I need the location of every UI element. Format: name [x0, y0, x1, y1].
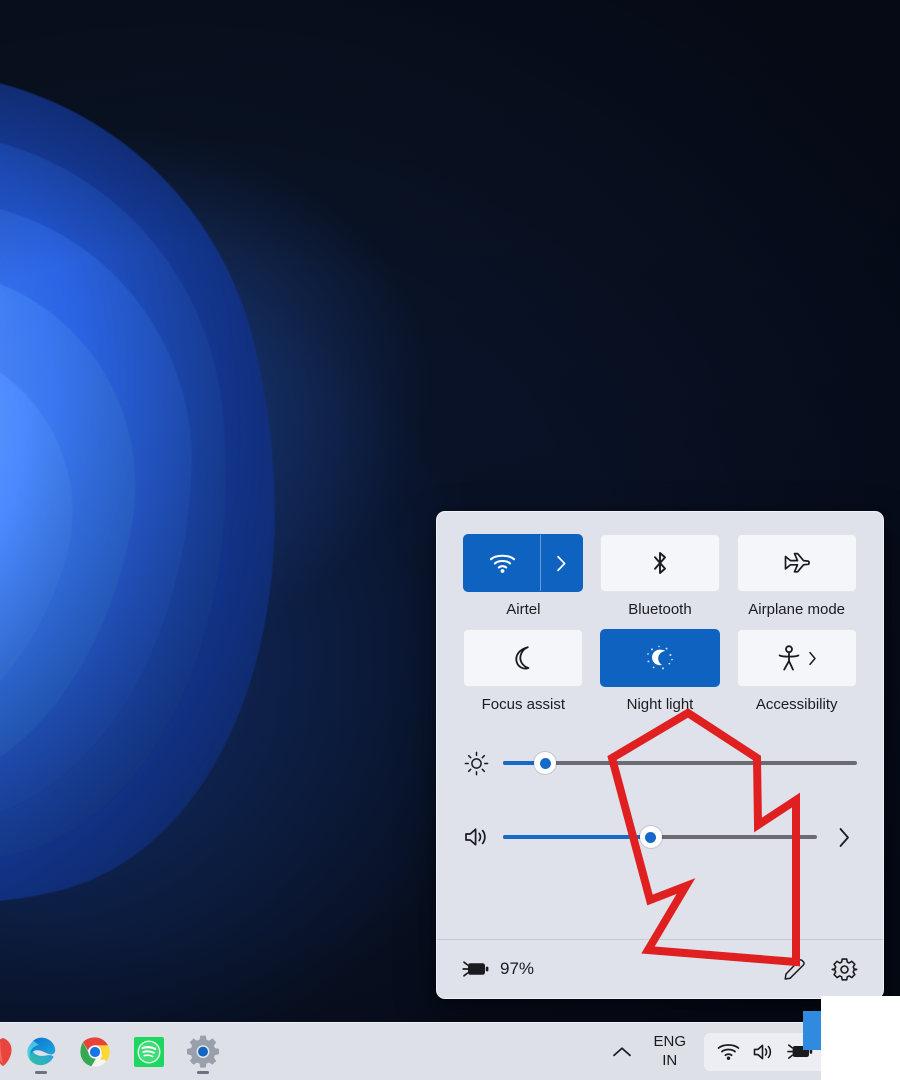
battery-charging-icon	[461, 959, 491, 979]
tile-cell-airplane-mode: Airplane mode	[736, 534, 857, 619]
wifi-toggle-area[interactable]	[464, 535, 540, 591]
airplane-icon	[782, 550, 812, 576]
tile-cell-accessibility: Accessibility	[736, 629, 857, 714]
tile-label-focus-assist: Focus assist	[481, 696, 565, 713]
taskbar-app-chrome[interactable]	[68, 1025, 122, 1079]
volume-icon	[463, 824, 489, 850]
brightness-slider-thumb[interactable]	[534, 752, 557, 774]
tile-label-night-light: Night light	[626, 696, 694, 713]
brightness-icon	[463, 750, 489, 776]
taskbar-app-settings[interactable]	[176, 1025, 230, 1079]
night-light-icon	[644, 643, 676, 673]
tile-cell-bluetooth: Bluetooth	[599, 534, 721, 619]
taskbar: ENG IN	[0, 1022, 900, 1080]
tile-label-accessibility: Accessibility	[755, 696, 838, 713]
chevron-right-icon	[556, 555, 567, 572]
quick-settings-panel: Airtel Bluetooth Airplane mode Focus ass…	[436, 511, 884, 999]
bluetooth-icon	[650, 549, 670, 577]
pencil-icon	[783, 958, 806, 981]
tile-cell-night-light: Night light	[599, 629, 721, 714]
quick-tile-night-light[interactable]	[599, 629, 720, 687]
show-hidden-icons-button[interactable]	[603, 1032, 641, 1072]
gear-icon	[830, 957, 857, 982]
taskbar-app-edge[interactable]	[14, 1025, 68, 1079]
volume-slider-thumb[interactable]	[639, 826, 662, 848]
open-settings-button[interactable]	[827, 952, 861, 986]
chevron-right-icon[interactable]	[808, 651, 817, 666]
tile-label-bluetooth: Bluetooth	[628, 601, 692, 618]
volume-slider-row	[463, 814, 857, 860]
battery-percent-label: 97%	[500, 959, 535, 978]
taskbar-app-spotify[interactable]	[122, 1025, 176, 1079]
quick-settings-sliders	[437, 714, 883, 860]
volume-expand-button[interactable]	[831, 824, 857, 850]
tile-label-wifi: Airtel	[506, 601, 541, 618]
quick-tile-wifi[interactable]	[463, 534, 584, 592]
language-line-1: ENG	[653, 1033, 686, 1051]
taskbar-app-red-app[interactable]	[0, 1025, 14, 1079]
language-line-2: IN	[662, 1051, 678, 1069]
tile-cell-wifi: Airtel	[463, 534, 584, 619]
quick-settings-tiles-grid: Airtel Bluetooth Airplane mode Focus ass…	[437, 512, 883, 714]
quick-tile-focus-assist[interactable]	[463, 629, 584, 687]
language-indicator[interactable]: ENG IN	[641, 1033, 698, 1070]
taskbar-running-indicator	[197, 1070, 209, 1074]
quick-tile-accessibility[interactable]	[736, 629, 857, 687]
volume-icon	[752, 1042, 774, 1062]
wifi-icon	[717, 1042, 740, 1061]
quick-tile-airplane-mode[interactable]	[736, 534, 857, 592]
brightness-slider-row	[463, 740, 857, 786]
tile-cell-focus-assist: Focus assist	[463, 629, 584, 714]
brightness-slider[interactable]	[503, 751, 857, 775]
chevron-up-icon	[612, 1045, 632, 1059]
tile-label-airplane-mode: Airplane mode	[748, 601, 846, 618]
quick-settings-footer: 97%	[437, 940, 883, 998]
wifi-expand-button[interactable]	[540, 535, 582, 591]
volume-fill	[503, 835, 651, 839]
edit-quick-settings-button[interactable]	[777, 952, 811, 986]
volume-slider[interactable]	[503, 825, 817, 849]
taskbar-running-indicator	[35, 1070, 47, 1074]
blue-selection-block	[803, 1011, 823, 1050]
taskbar-app-list	[0, 1025, 230, 1079]
accessibility-icon	[776, 644, 802, 672]
white-occluder-rectangle	[821, 996, 900, 1080]
wifi-icon	[489, 552, 516, 574]
moon-icon	[510, 644, 536, 672]
screen: Airtel Bluetooth Airplane mode Focus ass…	[0, 0, 900, 1080]
battery-status[interactable]: 97%	[461, 959, 534, 979]
quick-tile-bluetooth[interactable]	[599, 534, 720, 592]
